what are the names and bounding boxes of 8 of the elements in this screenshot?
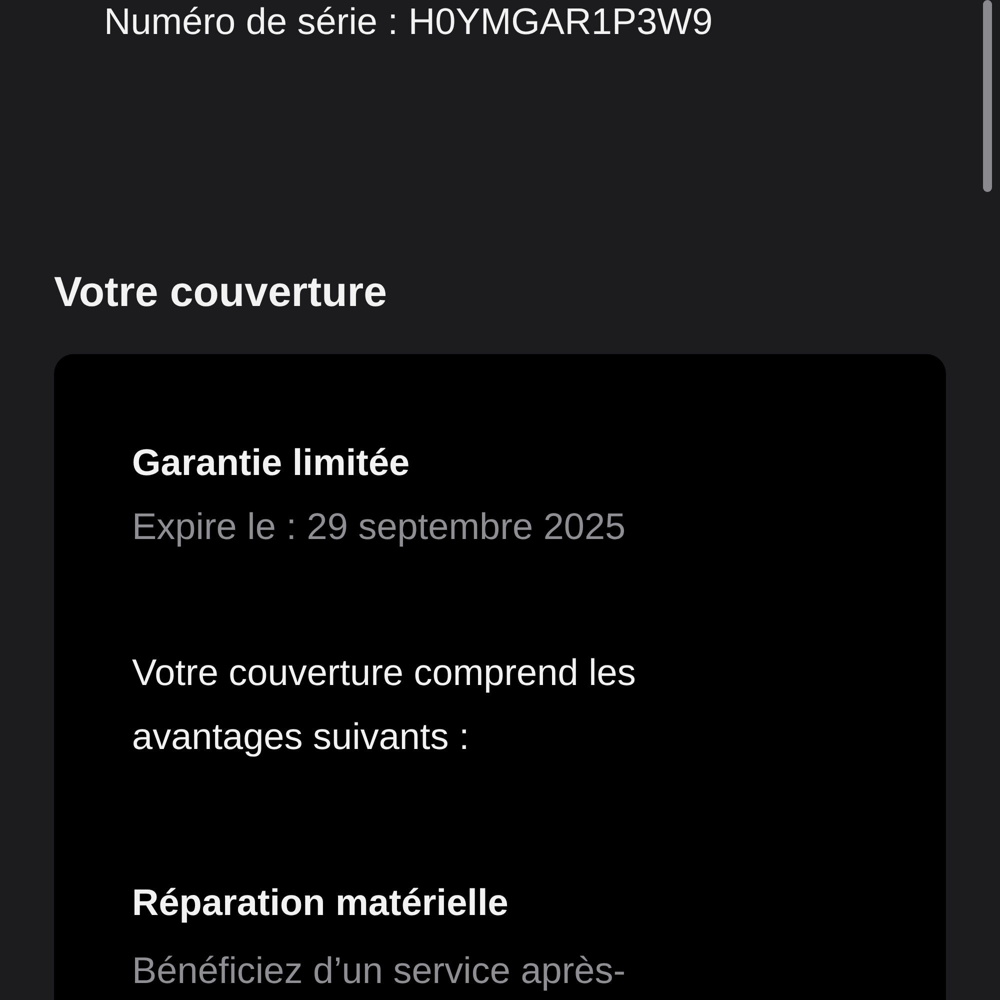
plan-title: Garantie limitée (132, 441, 411, 485)
benefit-title: Réparation matérielle (132, 881, 510, 925)
scrollbar[interactable] (983, 0, 992, 192)
serial-number: Numéro de série : H0YMGAR1P3W9 (104, 0, 714, 44)
coverage-description: Votre couverture comprend les avantages suivants : (132, 651, 637, 759)
expiry-date: Expire le : 29 septembre 2025 (132, 505, 627, 549)
benefit-description: Bénéficiez d’un service après- (132, 949, 627, 993)
section-title: Votre couverture (54, 267, 388, 317)
